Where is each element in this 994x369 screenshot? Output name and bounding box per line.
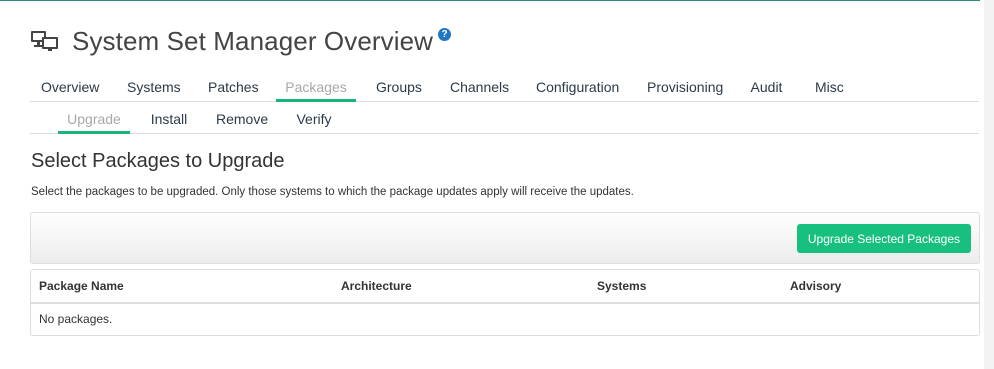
tab-packages[interactable]: Packages xyxy=(276,74,356,102)
upgrade-selected-packages-button[interactable]: Upgrade Selected Packages xyxy=(796,224,971,253)
tab-groups[interactable]: Groups xyxy=(376,74,422,101)
column-header-systems[interactable]: Systems xyxy=(597,270,646,302)
tab-misc[interactable]: Misc xyxy=(815,74,844,101)
table-header: Package Name Architecture Systems Adviso… xyxy=(31,270,979,304)
column-header-package-name[interactable]: Package Name xyxy=(39,270,124,302)
subtab-verify[interactable]: Verify xyxy=(296,107,332,133)
secondary-tabs: Upgrade Install Remove Verify xyxy=(30,107,979,134)
column-header-advisory[interactable]: Advisory xyxy=(790,270,841,302)
help-icon[interactable]: ? xyxy=(438,27,452,41)
tab-patches[interactable]: Patches xyxy=(208,74,259,101)
section-description: Select the packages to be upgraded. Only… xyxy=(31,186,634,198)
tab-systems[interactable]: Systems xyxy=(127,74,181,101)
empty-message: No packages. xyxy=(39,312,113,326)
page-title: System Set Manager Overview xyxy=(72,25,434,56)
scrollbar[interactable] xyxy=(984,0,994,369)
primary-tabs: Overview Systems Patches Packages Groups… xyxy=(30,74,979,102)
section-title: Select Packages to Upgrade xyxy=(31,150,285,172)
tab-provisioning[interactable]: Provisioning xyxy=(647,74,723,101)
subtab-remove[interactable]: Remove xyxy=(216,107,268,133)
table-row: No packages. xyxy=(31,304,979,335)
tab-channels[interactable]: Channels xyxy=(450,74,509,101)
packages-table: Package Name Architecture Systems Adviso… xyxy=(30,269,980,336)
column-header-architecture[interactable]: Architecture xyxy=(341,270,412,302)
top-border xyxy=(0,0,980,1)
page-header: System Set Manager Overview ? xyxy=(30,24,452,58)
tab-audit[interactable]: Audit xyxy=(750,74,783,101)
table-toolbar: Upgrade Selected Packages xyxy=(30,212,980,264)
subtab-upgrade[interactable]: Upgrade xyxy=(58,107,130,134)
tab-configuration[interactable]: Configuration xyxy=(536,74,619,101)
systems-monitor-icon xyxy=(31,31,58,51)
tab-overview[interactable]: Overview xyxy=(41,74,99,101)
subtab-install[interactable]: Install xyxy=(150,107,188,133)
